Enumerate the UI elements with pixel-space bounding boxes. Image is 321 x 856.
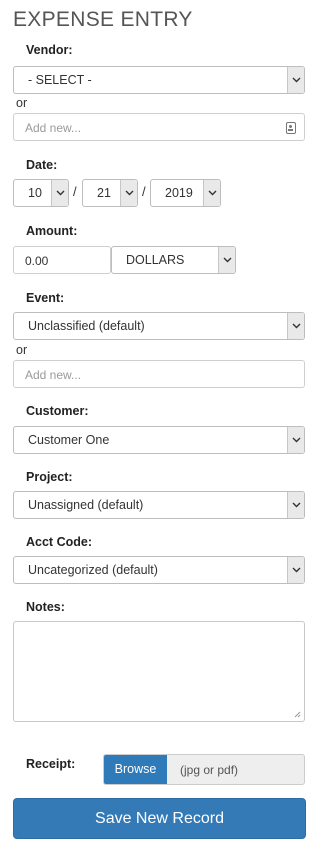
page-title: EXPENSE ENTRY (13, 8, 193, 31)
date-year-value: 2019 (165, 186, 193, 200)
vendor-or-text: or (16, 96, 28, 110)
currency-select[interactable]: DOLLARS (111, 246, 236, 274)
vendor-label: Vendor: (26, 43, 73, 57)
chevron-down-icon (120, 180, 137, 206)
date-day-select[interactable]: 21 (82, 179, 138, 207)
acct-code-label: Acct Code: (26, 535, 92, 549)
amount-input[interactable]: 0.00 (13, 246, 111, 274)
chevron-down-icon (287, 313, 304, 339)
amount-value: 0.00 (25, 254, 49, 268)
chevron-down-icon (51, 180, 68, 206)
contact-card-icon[interactable] (286, 122, 296, 134)
date-label: Date: (26, 158, 58, 172)
notes-label: Notes: (26, 600, 65, 614)
date-month-select[interactable]: 10 (13, 179, 69, 207)
notes-textarea[interactable] (13, 621, 305, 722)
chevron-down-icon (218, 247, 235, 273)
receipt-file-input[interactable]: Browse (jpg or pdf) (103, 754, 305, 785)
currency-value: DOLLARS (126, 253, 185, 267)
vendor-new-placeholder: Add new... (25, 121, 82, 135)
event-new-placeholder: Add new... (25, 368, 82, 382)
chevron-down-icon (287, 67, 304, 93)
customer-select[interactable]: Customer One (13, 426, 305, 454)
customer-label: Customer: (26, 404, 89, 418)
date-separator: / (73, 184, 77, 199)
receipt-label: Receipt: (26, 757, 76, 771)
chevron-down-icon (287, 557, 304, 583)
chevron-down-icon (287, 427, 304, 453)
project-select[interactable]: Unassigned (default) (13, 491, 305, 519)
date-month-value: 10 (28, 186, 42, 200)
date-day-value: 21 (97, 186, 111, 200)
vendor-new-input[interactable]: Add new... (13, 113, 305, 141)
acct-code-select[interactable]: Uncategorized (default) (13, 556, 305, 584)
resize-grip-icon[interactable] (293, 710, 301, 718)
event-or-text: or (16, 343, 28, 357)
project-label: Project: (26, 470, 73, 484)
date-year-select[interactable]: 2019 (150, 179, 221, 207)
vendor-select-value: - SELECT - (28, 73, 92, 87)
project-select-value: Unassigned (default) (28, 498, 144, 512)
acct-code-select-value: Uncategorized (default) (28, 563, 158, 577)
chevron-down-icon (287, 492, 304, 518)
save-new-record-button[interactable]: Save New Record (13, 798, 306, 839)
chevron-down-icon (203, 180, 220, 206)
event-select-value: Unclassified (default) (28, 319, 145, 333)
date-separator: / (142, 184, 146, 199)
event-select[interactable]: Unclassified (default) (13, 312, 305, 340)
event-new-input[interactable]: Add new... (13, 360, 305, 388)
amount-label: Amount: (26, 224, 78, 238)
browse-button[interactable]: Browse (104, 755, 167, 784)
event-label: Event: (26, 291, 65, 305)
receipt-file-hint: (jpg or pdf) (180, 763, 239, 777)
vendor-select[interactable]: - SELECT - (13, 66, 305, 94)
customer-select-value: Customer One (28, 433, 110, 447)
